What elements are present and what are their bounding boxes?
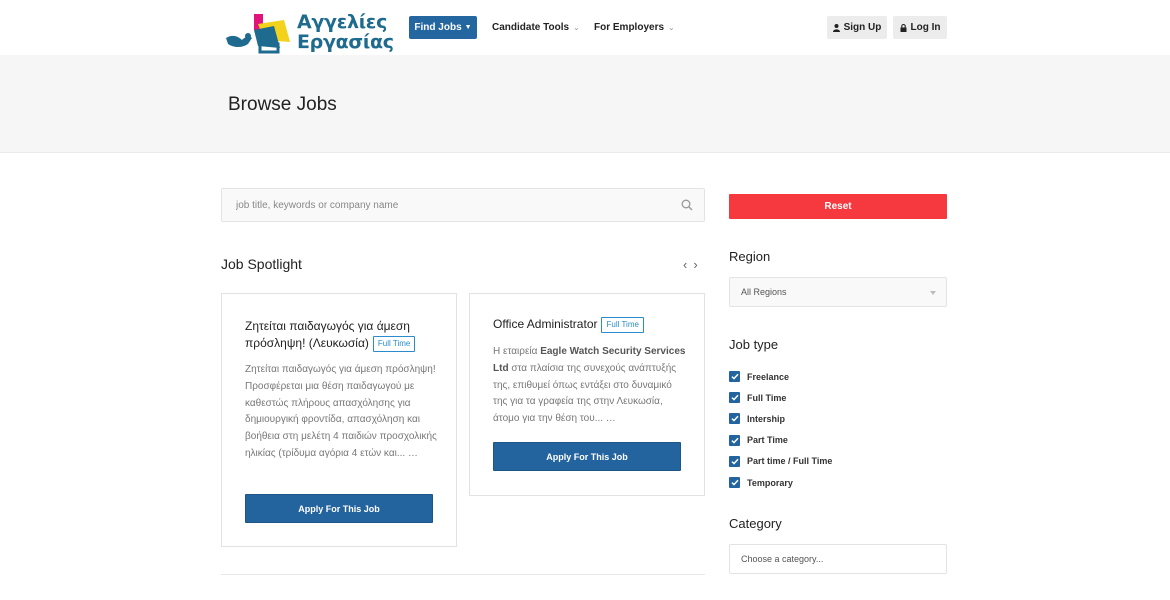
signup-button[interactable]: Sign Up — [827, 16, 887, 39]
login-label: Log In — [910, 22, 941, 33]
category-select[interactable]: Choose a category... — [729, 544, 947, 574]
checkmark-icon[interactable] — [729, 477, 740, 489]
megaphone-logo-icon — [226, 14, 290, 54]
lock-icon — [900, 23, 906, 32]
spotlight-nav: ‹ › — [683, 257, 698, 272]
region-select[interactable]: All Regions — [729, 277, 947, 307]
nav-candidate-tools[interactable]: Candidate Tools ⌄ — [492, 16, 580, 39]
jobtype-checkbox-temporary[interactable]: Temporary — [729, 472, 832, 493]
job-type-badge: Full Time — [601, 317, 644, 333]
job-description-text: στα πλαίσια της συνεχούς ανάπτυξής της, … — [493, 362, 677, 425]
region-label: Region — [729, 249, 771, 264]
chevron-right-icon[interactable]: › — [693, 257, 697, 272]
login-button[interactable]: Log In — [893, 16, 947, 39]
spotlight-title: Job Spotlight — [221, 256, 302, 272]
region-select-value: All Regions — [741, 287, 787, 297]
jobtype-label: Job type — [729, 337, 779, 352]
job-title[interactable]: Office Administrator Full Time — [493, 316, 693, 333]
checkmark-icon[interactable] — [729, 371, 740, 383]
checkmark-icon[interactable] — [729, 434, 740, 446]
page-title: Browse Jobs — [228, 94, 337, 115]
category-select-placeholder: Choose a category... — [741, 554, 824, 564]
jobtype-checkbox-intership[interactable]: Intership — [729, 408, 832, 429]
search-box — [221, 188, 705, 222]
jobtype-checkbox-label: Part Time — [747, 435, 788, 446]
jobtype-checkbox-full-time[interactable]: Full Time — [729, 387, 832, 408]
dropdown-arrow-icon — [930, 291, 936, 295]
apply-button[interactable]: Apply For This Job — [493, 442, 681, 471]
jobtype-checkbox-label: Temporary — [747, 477, 793, 488]
jobtype-checkbox-part-time[interactable]: Part Time — [729, 430, 832, 451]
user-icon — [832, 23, 840, 32]
job-card: Ζητείται παιδαγωγός για άμεση πρόσληψη! … — [221, 293, 457, 547]
jobtype-checkbox-label: Part time / Full Time — [747, 456, 833, 467]
job-description: Η εταιρεία Eagle Watch Security Services… — [493, 344, 688, 428]
nav-for-employers-label: For Employers — [594, 22, 665, 33]
chevron-down-icon: ⌄ — [573, 23, 580, 32]
site-header: Αγγελίες Εργασίας Find Jobs ▼ Candidate … — [0, 0, 1170, 55]
search-input[interactable] — [222, 189, 662, 221]
category-label: Category — [729, 516, 782, 531]
search-icon[interactable] — [681, 199, 693, 211]
nav-for-employers[interactable]: For Employers ⌄ — [594, 16, 675, 39]
logo-line2: Εργασίας — [297, 31, 394, 53]
jobtype-checkbox-part-full-time[interactable]: Part time / Full Time — [729, 451, 832, 472]
job-card: Office Administrator Full Time Η εταιρεία… — [469, 293, 705, 496]
job-title-text: Office Administrator — [493, 317, 598, 331]
nav-find-jobs-label: Find Jobs — [414, 22, 462, 33]
job-description: Ζητείται παιδαγωγός για άμεση πρόσληψη! … — [245, 364, 437, 459]
job-description-text: Η εταιρεία — [493, 346, 541, 357]
chevron-left-icon[interactable]: ‹ — [683, 257, 687, 272]
jobtype-checkbox-freelance[interactable]: Freelance — [729, 366, 832, 387]
chevron-down-icon: ⌄ — [668, 23, 675, 32]
checkmark-icon[interactable] — [729, 455, 740, 467]
chevron-down-icon: ▼ — [464, 24, 472, 31]
page-banner: Browse Jobs — [0, 55, 1170, 153]
job-type-badge: Full Time — [372, 336, 416, 352]
signup-label: Sign Up — [843, 22, 882, 33]
divider — [221, 574, 705, 575]
checkmark-icon[interactable] — [729, 392, 740, 404]
nav-find-jobs-button[interactable]: Find Jobs ▼ — [409, 16, 477, 39]
jobtype-checkbox-label: Freelance — [747, 371, 790, 382]
logo-line1: Αγγελίες — [297, 11, 388, 33]
job-title[interactable]: Ζητείται παιδαγωγός για άμεση πρόσληψη! … — [245, 318, 445, 352]
jobtype-checkbox-list: Freelance Full Time Intership Part Time … — [729, 366, 832, 493]
checkmark-icon[interactable] — [729, 413, 740, 425]
apply-button[interactable]: Apply For This Job — [245, 494, 433, 523]
reset-button[interactable]: Reset — [729, 194, 947, 219]
jobtype-checkbox-label: Full Time — [747, 392, 787, 403]
site-logo[interactable]: Αγγελίες Εργασίας — [224, 12, 394, 56]
nav-candidate-tools-label: Candidate Tools — [492, 22, 570, 33]
jobtype-checkbox-label: Intership — [747, 413, 786, 424]
